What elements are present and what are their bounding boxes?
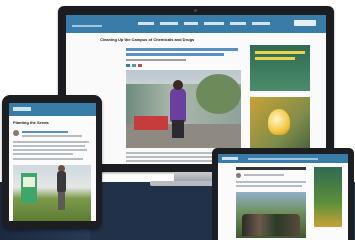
ad-text bbox=[255, 57, 295, 60]
laptop-site-logo[interactable] bbox=[222, 157, 238, 160]
laptop-photo bbox=[236, 192, 306, 238]
laptop-text-line bbox=[236, 185, 302, 187]
tablet-link[interactable] bbox=[22, 131, 68, 133]
nav-item[interactable] bbox=[184, 22, 198, 25]
nav-item[interactable] bbox=[204, 22, 224, 25]
sidebar-column bbox=[250, 45, 310, 157]
laptop-site-header bbox=[218, 154, 348, 163]
photo-sign-panel bbox=[23, 177, 35, 187]
tablet-text-line bbox=[13, 145, 85, 147]
nav-item[interactable] bbox=[138, 22, 154, 25]
share-button[interactable] bbox=[126, 64, 130, 67]
photo-person bbox=[57, 171, 66, 193]
laptop-site-nav[interactable] bbox=[248, 158, 318, 160]
laptop-text-line bbox=[244, 174, 284, 176]
tablet-site-logo[interactable] bbox=[13, 107, 31, 111]
avatar bbox=[13, 130, 19, 136]
laptop-screen bbox=[218, 154, 348, 240]
tablet-photo bbox=[13, 165, 91, 221]
tablet-article-title: Planting the Seeds bbox=[13, 120, 49, 125]
byline bbox=[126, 59, 186, 61]
hero-photo bbox=[126, 70, 241, 148]
photo-person bbox=[170, 88, 186, 122]
tablet-text-line bbox=[22, 135, 82, 137]
avatar bbox=[236, 173, 241, 178]
monitor-screen: Cleaning Up the Campus of Chemicals and … bbox=[66, 15, 326, 164]
tablet-site-header bbox=[9, 103, 96, 116]
photo-person-head bbox=[173, 80, 183, 90]
sidebar-ad[interactable] bbox=[250, 45, 310, 91]
laptop-device bbox=[212, 148, 354, 240]
lightbulb-icon bbox=[268, 109, 290, 135]
site-header bbox=[66, 15, 326, 33]
tablet-text-line bbox=[13, 141, 89, 143]
photo-tree bbox=[196, 74, 241, 114]
photo-red-cloth bbox=[134, 116, 168, 130]
tablet-text-line bbox=[13, 158, 83, 160]
photo-crowd bbox=[242, 214, 300, 236]
tablet-device: Planting the Seeds bbox=[2, 95, 102, 229]
tablet-text-line bbox=[13, 153, 73, 155]
laptop-sidebar-ad[interactable] bbox=[314, 167, 342, 227]
tablet-text-line bbox=[13, 149, 87, 151]
article-title: Cleaning Up the Campus of Chemicals and … bbox=[100, 37, 195, 42]
share-button[interactable] bbox=[132, 64, 136, 67]
search-input[interactable] bbox=[294, 20, 316, 26]
photo-person-legs bbox=[172, 120, 184, 138]
laptop-article-title bbox=[236, 167, 306, 170]
ad-text bbox=[255, 51, 305, 54]
nav-item[interactable] bbox=[252, 22, 270, 25]
photo-person-legs bbox=[58, 192, 65, 210]
share-button[interactable] bbox=[138, 64, 142, 67]
share-row bbox=[126, 64, 166, 67]
tablet-screen: Planting the Seeds bbox=[9, 103, 96, 221]
headline-link[interactable] bbox=[126, 53, 224, 56]
camera-icon bbox=[194, 9, 197, 12]
headline-link[interactable] bbox=[126, 48, 238, 51]
nav-item[interactable] bbox=[160, 22, 178, 25]
site-logo-underline bbox=[72, 25, 102, 27]
laptop-text-line bbox=[236, 181, 306, 183]
nav-item[interactable] bbox=[230, 22, 246, 25]
